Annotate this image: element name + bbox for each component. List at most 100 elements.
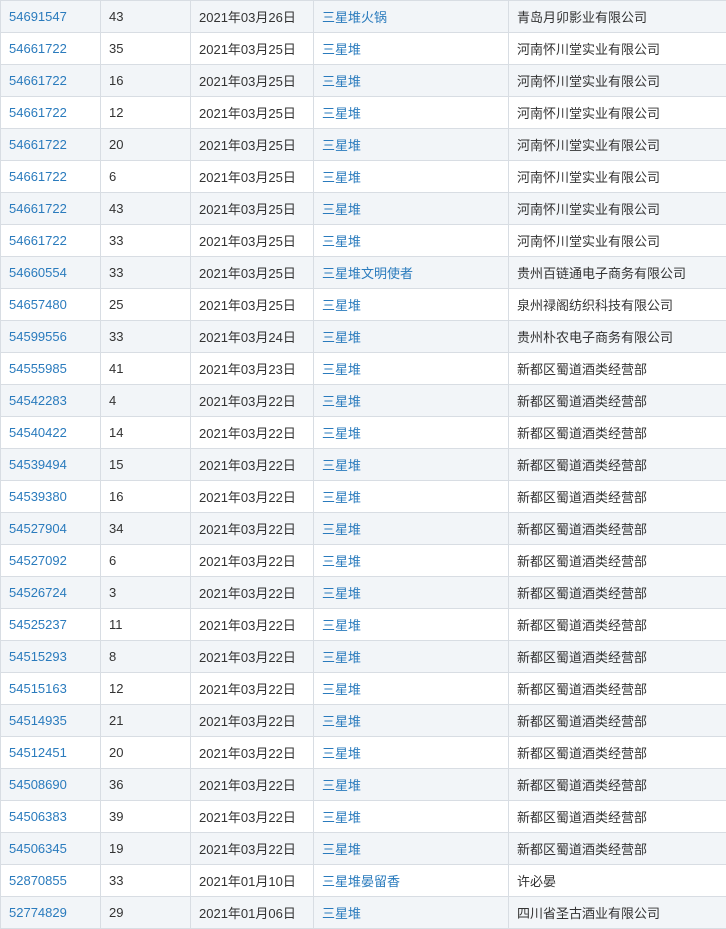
registration-number-link[interactable]: 54539494 [9, 457, 67, 472]
table-row: 54555985412021年03月23日三星堆新都区蜀道酒类经营部 [1, 353, 726, 385]
registration-number-cell: 54506345 [1, 833, 101, 865]
registration-number-link[interactable]: 54661722 [9, 105, 67, 120]
date-cell: 2021年03月22日 [191, 801, 314, 833]
applicant-cell: 贵州百链通电子商务有限公司 [509, 257, 726, 289]
trademark-name-link[interactable]: 三星堆 [322, 298, 361, 313]
registration-number-link[interactable]: 54542283 [9, 393, 67, 408]
registration-number-link[interactable]: 54540422 [9, 425, 67, 440]
trademark-name-link[interactable]: 三星堆 [322, 234, 361, 249]
applicant-cell: 河南怀川堂实业有限公司 [509, 129, 726, 161]
registration-number-cell: 54526724 [1, 577, 101, 609]
trademark-name-link[interactable]: 三星堆 [322, 810, 361, 825]
table-row: 52774829292021年01月06日三星堆四川省圣古酒业有限公司 [1, 897, 726, 929]
trademark-name-link[interactable]: 三星堆 [322, 554, 361, 569]
table-row: 54661722 202021年03月25日三星堆 河南怀川堂实业有限公司 [1, 129, 726, 161]
date-cell: 2021年03月25日 [191, 129, 314, 161]
applicant-cell: 贵州朴农电子商务有限公司 [509, 321, 726, 353]
trademark-name-link[interactable]: 三星堆 [322, 458, 361, 473]
table-row: 54599556332021年03月24日三星堆贵州朴农电子商务有限公司 [1, 321, 726, 353]
registration-number-link[interactable]: 54514935 [9, 713, 67, 728]
trademark-name-link[interactable]: 三星堆 [322, 170, 361, 185]
registration-number-link[interactable]: 54599556 [9, 329, 67, 344]
registration-number-link[interactable]: 54691547 [9, 9, 67, 24]
registration-number-link[interactable]: 54506345 [9, 841, 67, 856]
registration-number-link[interactable]: 54661722 [9, 73, 67, 88]
registration-number-link[interactable]: 54661722 [9, 233, 67, 248]
trademark-name-link[interactable]: 三星堆 [322, 650, 361, 665]
trademark-name-link[interactable]: 三星堆晏留香 [322, 874, 400, 889]
table-row: 54506383392021年03月22日三星堆新都区蜀道酒类经营部 [1, 801, 726, 833]
trademark-name-link[interactable]: 三星堆火锅 [322, 10, 387, 25]
trademark-name-link[interactable]: 三星堆 [322, 42, 361, 57]
registration-number-link[interactable]: 54515293 [9, 649, 67, 664]
applicant-cell: 新都区蜀道酒类经营部 [509, 705, 726, 737]
trademark-name-link[interactable]: 三星堆 [322, 522, 361, 537]
date-cell: 2021年03月22日 [191, 737, 314, 769]
registration-number-link[interactable]: 54555985 [9, 361, 67, 376]
trademark-name-link[interactable]: 三星堆 [322, 394, 361, 409]
table-row: 54539380162021年03月22日三星堆新都区蜀道酒类经营部 [1, 481, 726, 513]
trademark-name-cell: 三星堆 [314, 33, 509, 65]
class-cell: 35 [101, 33, 191, 65]
trademark-name-link[interactable]: 三星堆 [322, 138, 361, 153]
table-row: 54525237112021年03月22日三星堆新都区蜀道酒类经营部 [1, 609, 726, 641]
trademark-name-link[interactable]: 三星堆 [322, 906, 361, 921]
trademark-name-cell: 三星堆 [314, 897, 509, 929]
trademark-name-link[interactable]: 三星堆 [322, 778, 361, 793]
trademark-name-cell: 三星堆 [314, 97, 509, 129]
trademark-name-link[interactable]: 三星堆 [322, 586, 361, 601]
registration-number-link[interactable]: 54660554 [9, 265, 67, 280]
table-row: 54515163122021年03月22日三星堆新都区蜀道酒类经营部 [1, 673, 726, 705]
trademark-name-link[interactable]: 三星堆 [322, 714, 361, 729]
table-row: 52870855332021年01月10日三星堆晏留香许必晏 [1, 865, 726, 897]
date-cell: 2021年03月25日 [191, 257, 314, 289]
registration-number-link[interactable]: 54515163 [9, 681, 67, 696]
registration-number-link[interactable]: 54508690 [9, 777, 67, 792]
trademark-name-link[interactable]: 三星堆 [322, 74, 361, 89]
class-cell: 12 [101, 673, 191, 705]
trademark-name-link[interactable]: 三星堆 [322, 746, 361, 761]
registration-number-link[interactable]: 54512451 [9, 745, 67, 760]
table-row: 54539494152021年03月22日三星堆新都区蜀道酒类经营部 [1, 449, 726, 481]
table-row: 54691547432021年03月26日三星堆火锅青岛月卯影业有限公司 [1, 1, 726, 33]
registration-number-link[interactable]: 54657480 [9, 297, 67, 312]
trademark-name-link[interactable]: 三星堆文明使者 [322, 266, 413, 281]
registration-number-link[interactable]: 54661722 [9, 169, 67, 184]
registration-number-cell: 54661722 [1, 129, 101, 161]
trademark-name-cell: 三星堆 [314, 801, 509, 833]
registration-number-cell: 54661722 [1, 225, 101, 257]
trademark-name-cell: 三星堆 [314, 449, 509, 481]
trademark-name-link[interactable]: 三星堆 [322, 682, 361, 697]
registration-number-link[interactable]: 54661722 [9, 137, 67, 152]
registration-number-link[interactable]: 54661722 [9, 41, 67, 56]
registration-number-link[interactable]: 54527904 [9, 521, 67, 536]
trademark-name-link[interactable]: 三星堆 [322, 490, 361, 505]
registration-number-link[interactable]: 54525237 [9, 617, 67, 632]
registration-number-link[interactable]: 54506383 [9, 809, 67, 824]
registration-number-link[interactable]: 54661722 [9, 201, 67, 216]
registration-number-link[interactable]: 54526724 [9, 585, 67, 600]
trademark-name-link[interactable]: 三星堆 [322, 202, 361, 217]
registration-number-cell: 54539380 [1, 481, 101, 513]
trademark-name-link[interactable]: 三星堆 [322, 106, 361, 121]
registration-number-cell: 54515163 [1, 673, 101, 705]
registration-number-link[interactable]: 52774829 [9, 905, 67, 920]
class-cell: 3 [101, 577, 191, 609]
class-cell: 8 [101, 641, 191, 673]
registration-number-link[interactable]: 54539380 [9, 489, 67, 504]
registration-number-link[interactable]: 52870855 [9, 873, 67, 888]
trademark-name-link[interactable]: 三星堆 [322, 618, 361, 633]
applicant-cell: 新都区蜀道酒类经营部 [509, 737, 726, 769]
trademark-name-link[interactable]: 三星堆 [322, 330, 361, 345]
trademark-table: 54691547432021年03月26日三星堆火锅青岛月卯影业有限公司 5466… [0, 0, 726, 929]
registration-number-link[interactable]: 54527092 [9, 553, 67, 568]
trademark-name-link[interactable]: 三星堆 [322, 842, 361, 857]
registration-number-cell: 54508690 [1, 769, 101, 801]
table-row: 5452709262021年03月22日三星堆新都区蜀道酒类经营部 [1, 545, 726, 577]
trademark-name-link[interactable]: 三星堆 [322, 426, 361, 441]
trademark-name-cell: 三星堆 [314, 289, 509, 321]
class-cell: 20 [101, 129, 191, 161]
trademark-name-link[interactable]: 三星堆 [322, 362, 361, 377]
trademark-name-cell: 三星堆 [314, 193, 509, 225]
registration-number-cell: 54661722 [1, 65, 101, 97]
